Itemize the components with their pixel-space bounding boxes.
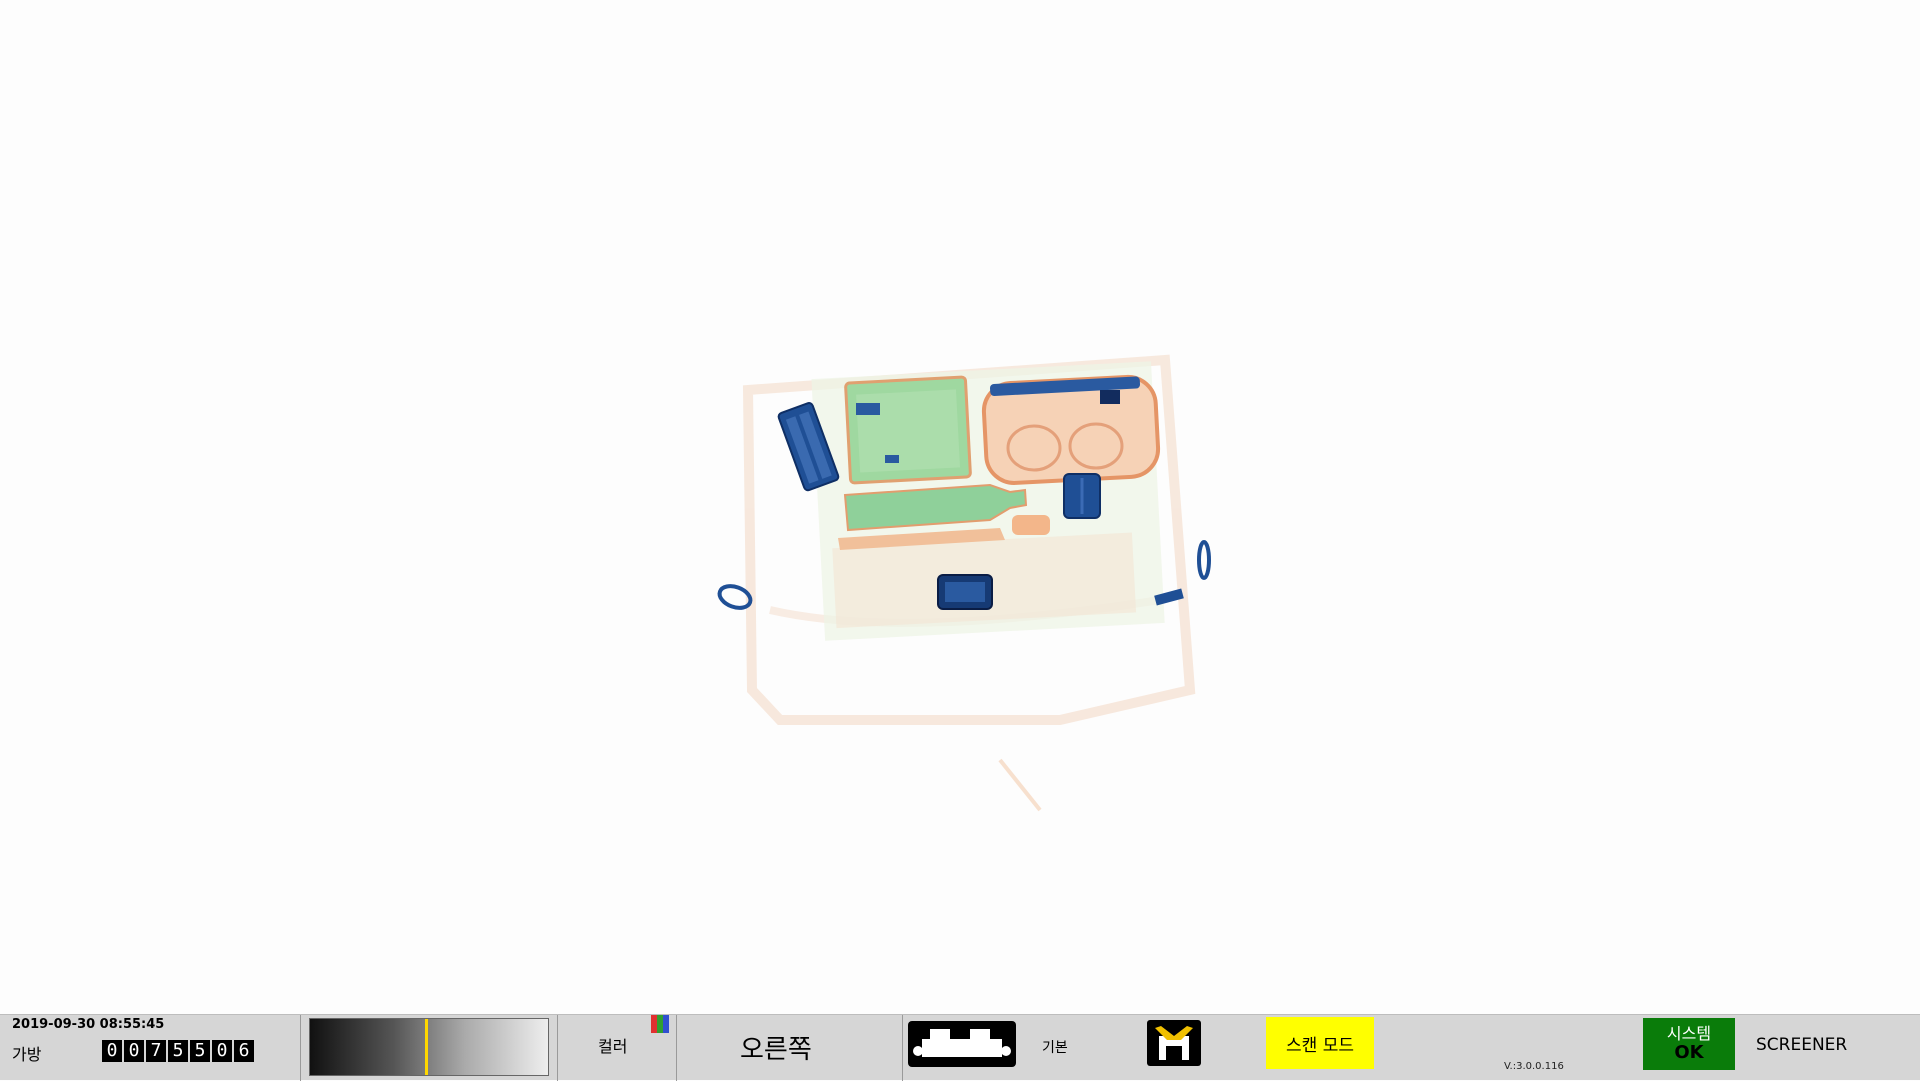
status-bar: 2019-09-30 08:55:45 가방 0 0 7 5 5 0 6 컬러 … — [0, 1014, 1920, 1081]
system-label: 시스템 — [1666, 1024, 1712, 1043]
counter-digit: 5 — [168, 1040, 188, 1062]
bag-count-label: 가방 — [12, 1045, 42, 1064]
version-label: V.:3.0.0.116 — [1504, 1061, 1564, 1072]
user-role-label: SCREENER — [1756, 1035, 1848, 1055]
view-side-button[interactable]: 오른쪽 — [740, 1029, 812, 1066]
counter-digit: 0 — [124, 1040, 144, 1062]
color-mode-button[interactable]: 컬러 — [598, 1033, 627, 1057]
scan-mode-button[interactable]: 스캔 모드 — [1266, 1017, 1374, 1069]
counter-digit: 0 — [102, 1040, 122, 1062]
color-bars-icon[interactable] — [651, 1015, 669, 1033]
system-status-text: OK — [1674, 1042, 1704, 1063]
system-status-indicator[interactable]: 시스템 OK — [1643, 1018, 1735, 1070]
counter-digit: 6 — [234, 1040, 254, 1062]
base-mode-label[interactable]: 기본 — [1042, 1037, 1068, 1057]
xray-viewport[interactable] — [0, 0, 1920, 1014]
density-gradient-slider[interactable] — [309, 1018, 549, 1076]
scan-datetime: 2019-09-30 08:55:45 — [12, 1017, 165, 1032]
gradient-marker[interactable] — [425, 1019, 429, 1075]
color-bar-blue — [663, 1015, 669, 1033]
right-strap-clip — [1197, 540, 1211, 580]
counter-digit: 5 — [190, 1040, 210, 1062]
xray-scan-image — [717, 354, 1211, 812]
counter-digit: 7 — [146, 1040, 166, 1062]
counter-digit: 0 — [212, 1040, 232, 1062]
conveyor-machine-icon[interactable] — [908, 1021, 1016, 1067]
bag-counter: 0 0 7 5 5 0 6 — [102, 1040, 254, 1062]
save-disk-icon[interactable] — [1147, 1020, 1201, 1066]
